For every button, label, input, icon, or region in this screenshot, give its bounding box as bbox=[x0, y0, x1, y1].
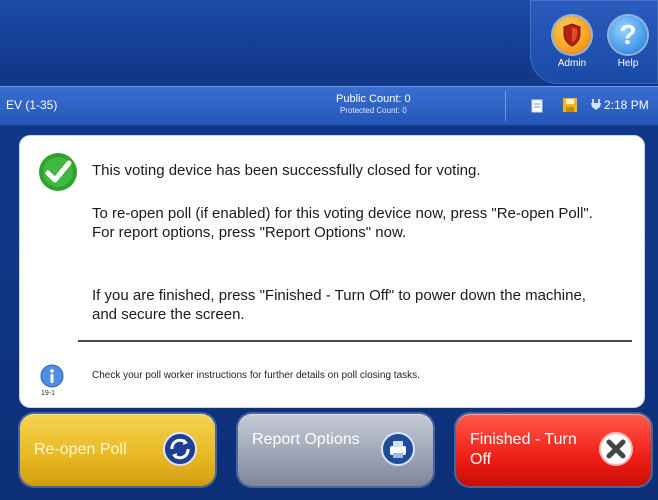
reopen-label: Re-open Poll bbox=[34, 441, 127, 458]
clock-time: 2:18 PM bbox=[604, 98, 649, 112]
reopen-instructions: To re-open poll (if enabled) for this vo… bbox=[92, 204, 612, 242]
save-icon bbox=[563, 98, 577, 117]
public-count: Public Count: 0 bbox=[336, 93, 411, 105]
report-label: Report Options bbox=[252, 431, 360, 448]
finished-turn-off-button[interactable]: Finished - Turn Off bbox=[456, 414, 651, 486]
close-icon bbox=[599, 432, 633, 471]
finish-label: Finished - Turn Off bbox=[470, 431, 577, 468]
divider bbox=[78, 340, 632, 342]
success-check-icon bbox=[38, 152, 78, 192]
help-glyph: ? bbox=[619, 19, 637, 50]
count-display: Public Count: 0 Protected Count: 0 bbox=[336, 93, 411, 115]
report-text: For report options, press "Report Option… bbox=[92, 224, 407, 241]
voting-screen: Admin ? Help EV (1-35) Public Count: 0 P… bbox=[0, 0, 658, 500]
reopen-text: To re-open poll (if enabled) for this vo… bbox=[92, 205, 593, 222]
ev-label: EV (1-35) bbox=[6, 98, 58, 112]
admin-shield-icon bbox=[553, 16, 591, 54]
info-icon bbox=[40, 364, 64, 388]
help-label: Help bbox=[617, 58, 639, 69]
help-button[interactable]: ? Help bbox=[604, 16, 652, 80]
admin-button[interactable]: Admin bbox=[548, 16, 596, 80]
closed-message: This voting device has been successfully… bbox=[92, 162, 481, 179]
finish-instructions: If you are finished, press "Finished - T… bbox=[92, 287, 586, 323]
reopen-poll-button[interactable]: Re-open Poll bbox=[20, 414, 215, 486]
message-panel: This voting device has been successfully… bbox=[20, 136, 644, 407]
info-code: 19-1 bbox=[41, 390, 56, 397]
refresh-icon bbox=[163, 432, 197, 471]
admin-label: Admin bbox=[557, 58, 587, 69]
report-options-button[interactable]: Report Options bbox=[238, 414, 433, 486]
status-bar: EV (1-35) Public Count: 0 Protected Coun… bbox=[0, 86, 658, 126]
protected-count: Protected Count: 0 bbox=[339, 106, 407, 115]
document-icon bbox=[531, 99, 543, 118]
printer-icon bbox=[381, 432, 415, 471]
power-plug-icon bbox=[590, 98, 602, 117]
help-icon: ? bbox=[609, 16, 647, 54]
status-divider bbox=[505, 91, 506, 121]
info-text: Check your poll worker instructions for … bbox=[92, 370, 420, 381]
